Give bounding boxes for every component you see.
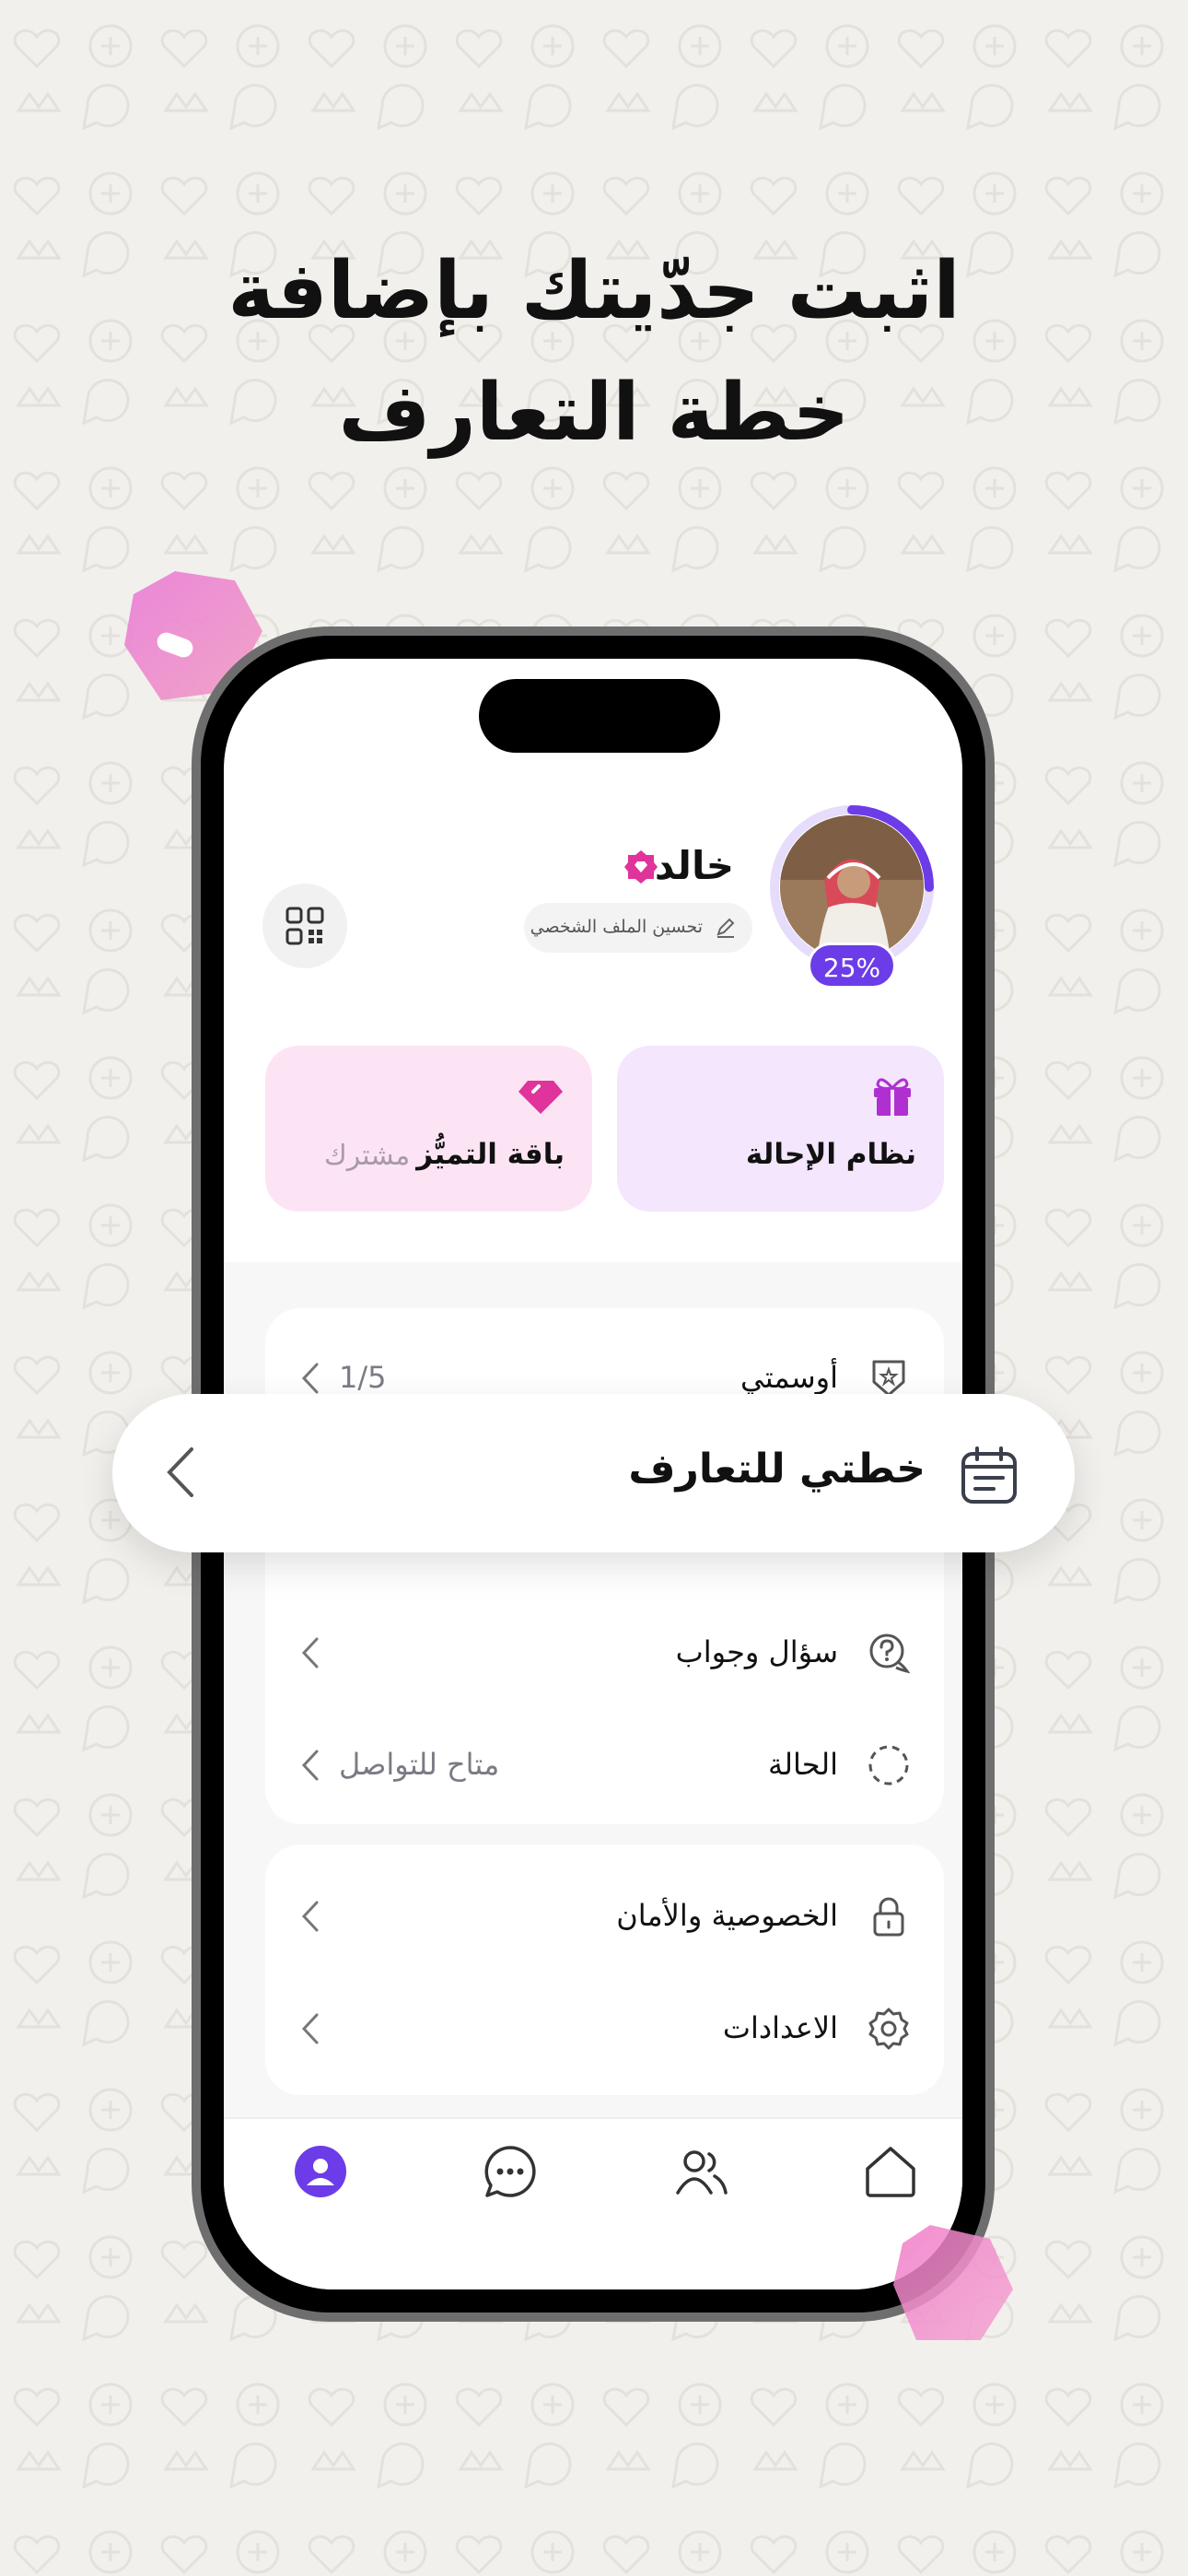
verified-badge-icon bbox=[624, 850, 658, 884]
headline-line-1: اثبت جدّيتك بإضافة bbox=[227, 245, 961, 337]
my-dating-plan-label: خطتي للتعارف bbox=[628, 1446, 926, 1493]
chevron-left-icon bbox=[167, 1447, 193, 1497]
chevron-left-icon bbox=[301, 2013, 319, 2044]
bottom-navigation bbox=[224, 2117, 962, 2289]
chat-icon[interactable] bbox=[482, 2143, 539, 2200]
referral-card[interactable]: نظام الإحالة bbox=[617, 1046, 944, 1212]
qr-code-button[interactable] bbox=[262, 884, 347, 968]
headline: اثبت جدّيتك بإضافة خطة التعارف bbox=[0, 230, 1188, 474]
menu-item-qa[interactable]: سؤال وجواب bbox=[265, 1601, 944, 1703]
calendar-icon bbox=[961, 1446, 1017, 1504]
gear-icon bbox=[868, 2008, 909, 2050]
chevron-left-icon bbox=[301, 1363, 319, 1394]
premium-card[interactable]: باقة التميُّز مشترك bbox=[265, 1046, 592, 1212]
menu-group-profile: أوسمتي 1/5 سؤال وجواب الحالة متاح للتواص… bbox=[265, 1308, 944, 1824]
chevron-left-icon bbox=[301, 1750, 319, 1781]
qr-code-icon bbox=[285, 907, 324, 945]
home-icon[interactable] bbox=[862, 2143, 919, 2200]
edit-icon bbox=[716, 918, 735, 938]
referral-title: نظام الإحالة bbox=[745, 1138, 916, 1171]
lock-icon bbox=[873, 1897, 904, 1937]
headline-line-2: خطة التعارف bbox=[338, 367, 850, 459]
menu-item-privacy[interactable]: الخصوصية والأمان bbox=[265, 1865, 944, 1966]
improve-profile-button[interactable]: تحسين الملف الشخصي bbox=[524, 903, 752, 953]
menu-group-settings: الخصوصية والأمان الاعدادات bbox=[265, 1844, 944, 2095]
chevron-left-icon bbox=[301, 1637, 319, 1669]
improve-profile-label: تحسين الملف الشخصي bbox=[530, 917, 703, 937]
chevron-left-icon bbox=[301, 1901, 319, 1932]
status-dashed-circle-icon bbox=[868, 1745, 909, 1786]
profile-progress-badge: 25% bbox=[808, 943, 896, 989]
menu-item-privacy-label: الخصوصية والأمان bbox=[616, 1898, 838, 1933]
menu-item-status[interactable]: الحالة متاح للتواصل bbox=[265, 1714, 944, 1815]
avatar-photo bbox=[780, 815, 924, 959]
diamond-icon bbox=[518, 1081, 563, 1114]
menu-item-status-value: متاح للتواصل bbox=[339, 1747, 500, 1782]
profile-icon[interactable] bbox=[292, 2143, 349, 2200]
premium-status: مشترك bbox=[324, 1140, 411, 1172]
menu-item-badges-value: 1/5 bbox=[339, 1360, 387, 1395]
menu-item-settings[interactable]: الاعدادات bbox=[265, 1977, 944, 2078]
users-icon[interactable] bbox=[672, 2143, 729, 2200]
avatar[interactable]: 25% bbox=[769, 804, 935, 989]
decorative-hexagon-icon bbox=[893, 2225, 1013, 2340]
premium-title: باقة التميُّز bbox=[416, 1138, 565, 1171]
menu-item-badges-label: أوسمتي bbox=[740, 1360, 838, 1395]
menu-item-status-label: الحالة bbox=[768, 1747, 838, 1782]
menu-item-settings-label: الاعدادات bbox=[722, 2010, 838, 2045]
dynamic-island bbox=[479, 679, 720, 753]
question-chat-icon bbox=[869, 1633, 911, 1674]
profile-name: خالد bbox=[654, 843, 734, 888]
menu-area: أوسمتي 1/5 سؤال وجواب الحالة متاح للتواص… bbox=[224, 1262, 962, 2119]
gift-icon bbox=[874, 1078, 911, 1116]
my-dating-plan-button[interactable]: خطتي للتعارف bbox=[112, 1394, 1075, 1552]
menu-item-qa-label: سؤال وجواب bbox=[675, 1634, 838, 1669]
